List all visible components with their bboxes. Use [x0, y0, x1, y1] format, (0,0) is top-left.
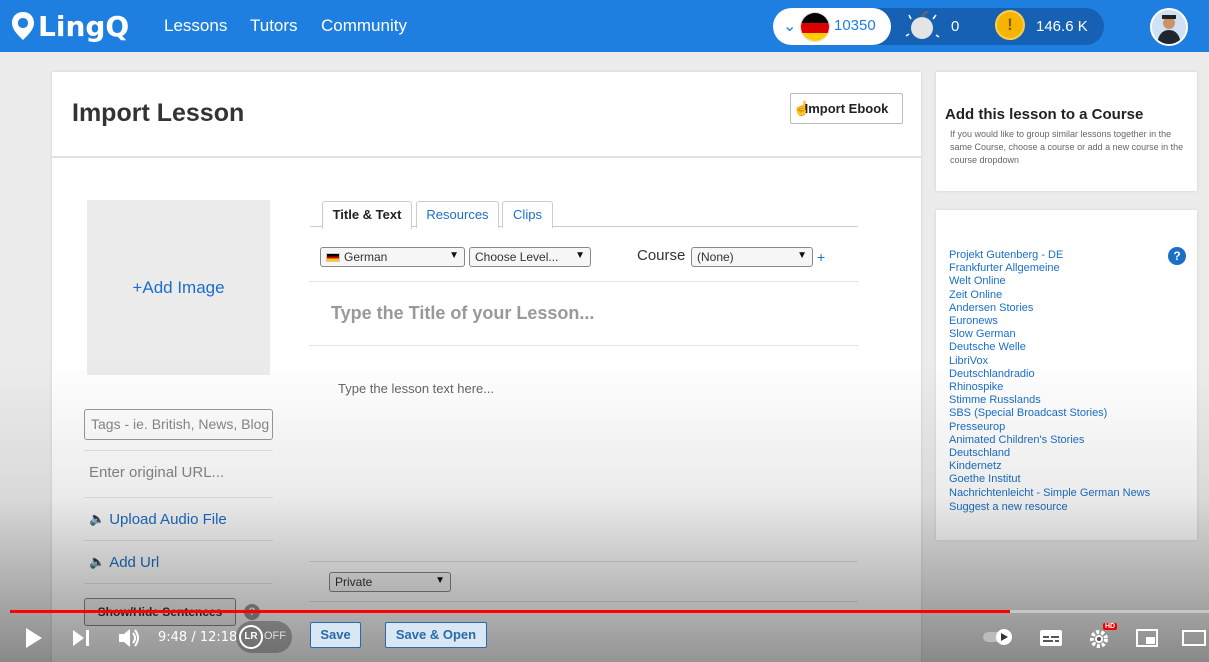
- url-input[interactable]: Enter original URL...: [84, 450, 273, 497]
- save-open-button[interactable]: Save & Open: [385, 622, 487, 648]
- language-selector[interactable]: ⌄ 10350: [773, 8, 891, 45]
- add-image-button[interactable]: +Add Image: [87, 200, 270, 375]
- known-words-count: 0: [951, 18, 960, 35]
- language-select-value: German: [344, 250, 388, 264]
- nav-community[interactable]: Community: [321, 16, 407, 36]
- volume-icon[interactable]: [118, 627, 142, 649]
- divider: [84, 583, 273, 584]
- resource-link[interactable]: Zeit Online: [949, 289, 1150, 302]
- resources-card: ? Projekt Gutenberg - DE Frankfurter Allg…: [936, 210, 1197, 540]
- tab-clips[interactable]: Clips: [502, 201, 553, 228]
- resource-link[interactable]: Deutsche Welle: [949, 341, 1150, 354]
- toggle-state: OFF: [264, 630, 286, 642]
- privacy-select[interactable]: Private ▼: [329, 572, 451, 592]
- divider: [309, 345, 858, 346]
- resource-link[interactable]: Kindernetz: [949, 460, 1150, 473]
- theater-mode-icon[interactable]: [1181, 628, 1207, 648]
- course-label: Course: [637, 247, 686, 264]
- resource-link[interactable]: Slow German: [949, 328, 1150, 341]
- tags-input[interactable]: Tags - ie. British, News, Blog: [84, 409, 273, 440]
- stats-bar: ⌄ 10350 0 ! 146.6 K: [773, 8, 1104, 45]
- resource-link[interactable]: Welt Online: [949, 275, 1150, 288]
- level-select-value: Choose Level...: [475, 250, 559, 264]
- resource-link[interactable]: Andersen Stories: [949, 302, 1150, 315]
- resource-link[interactable]: Euronews: [949, 315, 1150, 328]
- page-title: Import Lesson: [72, 99, 245, 127]
- resource-link[interactable]: LibriVox: [949, 355, 1150, 368]
- lesson-title-input[interactable]: Type the Title of your Lesson...: [331, 303, 594, 324]
- add-url-link[interactable]: 🔈 Add Url: [84, 540, 273, 583]
- course-card-description: If you would like to group similar lesso…: [950, 129, 1184, 165]
- divider: [309, 601, 858, 602]
- divider: [309, 281, 858, 282]
- logo-text: LingQ: [38, 9, 130, 43]
- course-card-title: Add this lesson to a Course: [945, 106, 1144, 123]
- card-header: Import Lesson Import Ebook ☝: [52, 72, 921, 158]
- next-icon[interactable]: [72, 629, 92, 647]
- lr-badge: LR: [239, 625, 263, 649]
- language-reactor-toggle[interactable]: LR OFF: [236, 621, 292, 653]
- privacy-select-value: Private: [335, 575, 373, 589]
- hd-badge: HD: [1103, 623, 1118, 630]
- language-select[interactable]: German ▼: [320, 247, 465, 267]
- language-word-count: 10350: [834, 17, 876, 34]
- import-lesson-card: Import Lesson Import Ebook ☝ +Add Image …: [52, 72, 921, 662]
- dropdown-arrow-icon: ▼: [575, 250, 585, 261]
- chevron-down-icon: ⌄: [783, 18, 797, 35]
- german-flag-icon: [326, 253, 340, 262]
- save-button[interactable]: Save: [310, 622, 361, 648]
- resource-list: Projekt Gutenberg - DE Frankfurter Allgem…: [949, 249, 1150, 500]
- resource-link[interactable]: Animated Children's Stories: [949, 434, 1150, 447]
- apple-icon[interactable]: [903, 9, 941, 43]
- suggest-resource-link[interactable]: Suggest a new resource: [949, 501, 1068, 513]
- nav-tutors[interactable]: Tutors: [250, 16, 298, 36]
- resource-link[interactable]: Deutschlandradio: [949, 368, 1150, 381]
- resource-link[interactable]: Stimme Russlands: [949, 394, 1150, 407]
- upload-audio-label: Upload Audio File: [109, 510, 227, 528]
- user-icon: [1152, 10, 1186, 44]
- play-icon[interactable]: [24, 627, 44, 649]
- course-info-card: Add this lesson to a Course If you would…: [936, 72, 1197, 191]
- resource-link[interactable]: Deutschland: [949, 447, 1150, 460]
- dropdown-arrow-icon: ▼: [449, 250, 459, 261]
- subtitles-icon[interactable]: [1039, 628, 1063, 648]
- lesson-text-input[interactable]: Type the lesson text here...: [338, 381, 494, 396]
- autoplay-toggle-icon[interactable]: [982, 628, 1016, 646]
- dropdown-arrow-icon: ▼: [797, 250, 807, 261]
- level-select[interactable]: Choose Level... ▼: [469, 247, 591, 267]
- resource-link[interactable]: Nachrichtenleicht - Simple German News: [949, 487, 1150, 500]
- progress-fill: [10, 610, 1010, 613]
- resource-link[interactable]: SBS (Special Broadcast Stories): [949, 407, 1150, 420]
- playback-time: 9:48 / 12:18: [158, 630, 238, 645]
- german-flag-icon: [800, 12, 830, 42]
- resource-link[interactable]: Presseurop: [949, 421, 1150, 434]
- tab-resources[interactable]: Resources: [416, 201, 499, 228]
- resource-link[interactable]: Frankfurter Allgemeine: [949, 262, 1150, 275]
- dropdown-arrow-icon: ▼: [435, 575, 445, 586]
- help-icon[interactable]: ?: [1168, 247, 1186, 265]
- nav-lessons[interactable]: Lessons: [164, 16, 227, 36]
- progress-bar[interactable]: [10, 610, 1209, 613]
- top-nav: LingQ Lessons Tutors Community ⌄ 10350 0…: [0, 0, 1209, 52]
- divider: [309, 561, 858, 562]
- course-select[interactable]: (None) ▼: [691, 247, 813, 267]
- user-avatar[interactable]: [1150, 8, 1188, 46]
- logo-icon: [12, 12, 34, 40]
- course-select-value: (None): [697, 250, 734, 264]
- editor-tabs: Title & Text Resources Clips: [310, 201, 858, 229]
- speaker-icon: 🔈: [89, 511, 106, 526]
- hand-cursor-icon: ☝: [793, 100, 811, 116]
- tab-title-text[interactable]: Title & Text: [322, 201, 412, 229]
- miniplayer-icon[interactable]: [1135, 628, 1159, 648]
- lingq-logo[interactable]: LingQ: [10, 6, 129, 46]
- speaker-icon: 🔈: [89, 554, 106, 569]
- upload-audio-link[interactable]: 🔈 Upload Audio File: [84, 497, 273, 540]
- resource-link[interactable]: Goethe Institut: [949, 473, 1150, 486]
- coin-count: 146.6 K: [1036, 18, 1088, 35]
- resource-link[interactable]: Rhinospike: [949, 381, 1150, 394]
- coin-icon[interactable]: !: [995, 10, 1025, 40]
- add-url-label: Add Url: [109, 553, 160, 571]
- resource-link[interactable]: Projekt Gutenberg - DE: [949, 249, 1150, 262]
- add-course-button[interactable]: +: [817, 249, 825, 265]
